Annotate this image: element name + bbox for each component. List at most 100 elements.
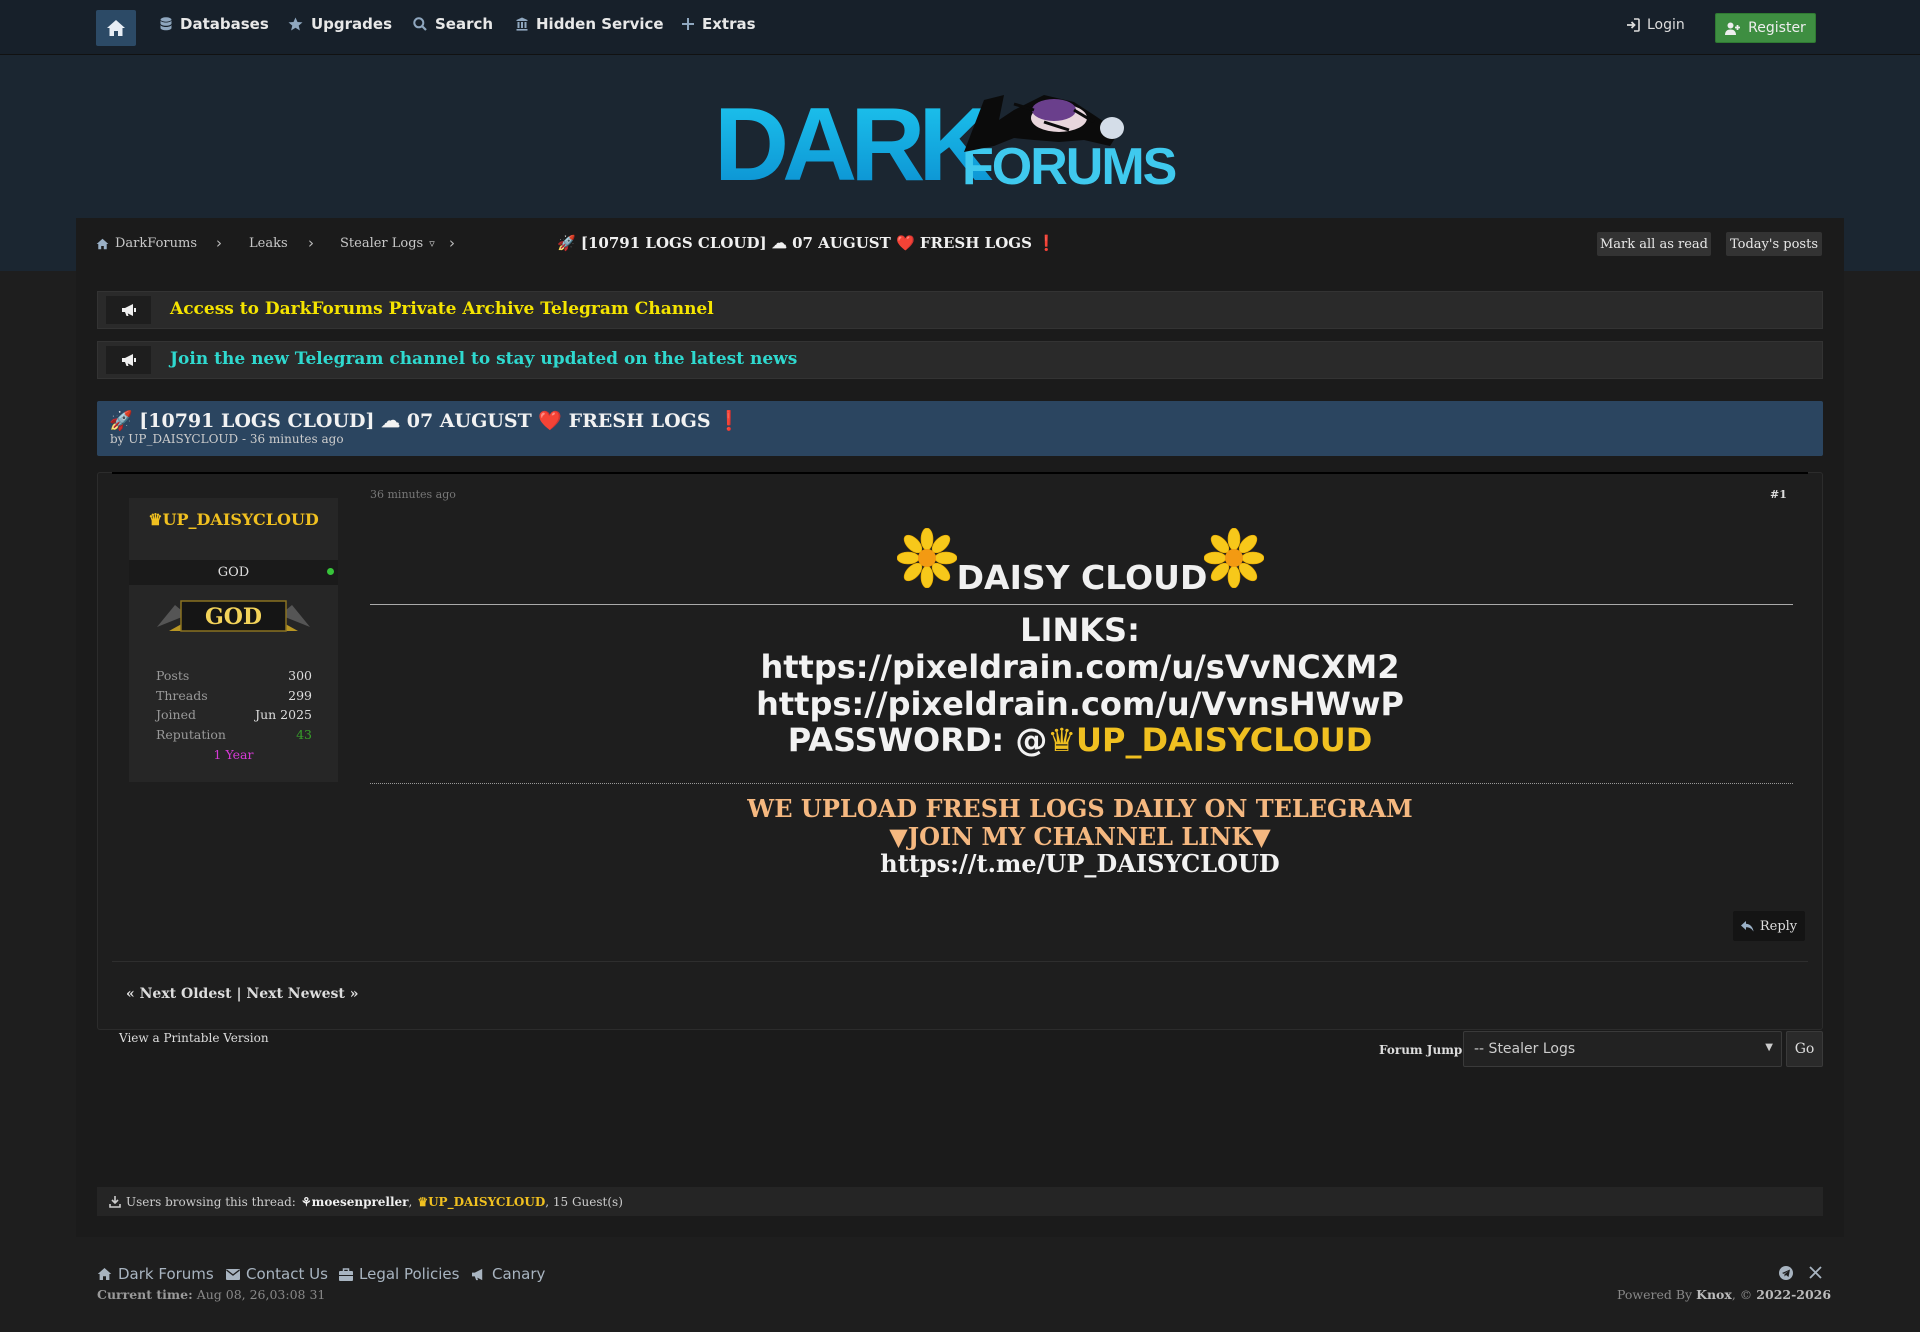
current-time-label: Current time: (97, 1287, 193, 1302)
login-link[interactable]: Login (1626, 17, 1685, 33)
darkforums-logo[interactable]: DARK FORUMS (714, 80, 1204, 195)
thread-header: 🚀 [10791 LOGS CLOUD] ☁ 07 AUGUST ❤️ FRES… (97, 401, 1823, 456)
powered-by: Powered By Knox, © 2022-2026 (1617, 1287, 1831, 1302)
footer-link-dark-forums[interactable]: Dark Forums (97, 1265, 214, 1283)
divider (370, 604, 1793, 605)
dropdown-icon[interactable]: ▿ (429, 237, 435, 250)
divider (112, 961, 1808, 962)
footer-link-canary[interactable]: Canary (471, 1265, 545, 1283)
forum-jump-go-button[interactable]: Go (1786, 1031, 1823, 1067)
powered-prefix: Powered By (1617, 1287, 1693, 1302)
nav-extras[interactable]: Extras (682, 15, 756, 33)
password-value: ♛UP_DAISYCLOUD (1047, 721, 1373, 759)
breadcrumb-stealer-logs[interactable]: Stealer Logs ▿ (340, 236, 435, 251)
building-icon (516, 17, 528, 31)
reply-button[interactable]: Reply (1733, 911, 1805, 941)
browsing-guests: , 15 Guest(s) (545, 1194, 623, 1209)
copyright-years: 2022-2026 (1756, 1287, 1832, 1302)
users-browsing-bar: Users browsing this thread: ⚘moesenprell… (97, 1187, 1823, 1216)
download-link[interactable]: https://pixeldrain.com/u/VvnsHWwP (0, 685, 1920, 723)
register-label: Register (1748, 20, 1806, 36)
x-twitter-icon[interactable] (1809, 1266, 1822, 1279)
nav-upgrades-label: Upgrades (311, 15, 393, 33)
database-icon (160, 17, 172, 31)
bullhorn-icon (106, 346, 151, 374)
search-icon (413, 17, 427, 31)
breadcrumb-home[interactable]: DarkForums (96, 236, 197, 251)
daisy-icon (1204, 528, 1264, 588)
nav-extras-label: Extras (702, 15, 756, 33)
nav-hidden-service[interactable]: Hidden Service (516, 15, 664, 33)
footer-link-legal-policies[interactable]: Legal Policies (339, 1265, 459, 1283)
sign-in-icon (1627, 18, 1640, 32)
post-date: 36 minutes ago (370, 488, 456, 501)
browsing-user[interactable]: ⚘moesenpreller (301, 1195, 409, 1209)
home-button[interactable] (96, 10, 136, 46)
todays-posts-button[interactable]: Today's posts (1726, 232, 1822, 256)
footer-link-label: Dark Forums (118, 1265, 214, 1283)
daisy-icon (897, 528, 957, 588)
footer-link-contact-us[interactable]: Contact Us (226, 1265, 328, 1283)
upload-notice: WE UPLOAD FRESH LOGS DAILY ON TELEGRAM (747, 794, 1413, 823)
current-time-value: Aug 08, 26,03:08 31 (196, 1287, 326, 1302)
thread-byline: by UP_DAISYCLOUD - 36 minutes ago (110, 432, 344, 446)
breadcrumb-darkforums: DarkForums (115, 236, 197, 251)
thread-title: 🚀 [10791 LOGS CLOUD] ☁ 07 AUGUST ❤️ FRES… (109, 410, 741, 432)
online-status-icon (327, 568, 334, 575)
mark-all-read-button[interactable]: Mark all as read (1597, 232, 1711, 256)
password-label: PASSWORD: @ (787, 721, 1048, 759)
nav-databases[interactable]: Databases (160, 15, 269, 33)
nav-databases-label: Databases (180, 15, 269, 33)
breadcrumb-separator-icon: › (216, 234, 222, 252)
users-icon (109, 1195, 121, 1208)
svg-text:FORUMS: FORUMS (962, 138, 1176, 195)
announcement-bar[interactable]: Join the new Telegram channel to stay up… (97, 341, 1823, 379)
forum-jump-select[interactable]: -- Stealer Logs ▼ (1463, 1031, 1782, 1067)
thread-navigation[interactable]: « Next Oldest | Next Newest » (126, 986, 358, 1002)
nav-search[interactable]: Search (413, 15, 493, 33)
powered-name[interactable]: Knox (1696, 1287, 1732, 1302)
login-label: Login (1647, 17, 1685, 33)
user-plus-icon (1725, 22, 1741, 35)
breadcrumb: DarkForums › Leaks › Stealer Logs ▿ › 🚀 … (76, 218, 1844, 270)
bullhorn-icon (472, 1268, 483, 1280)
footer-link-label: Canary (492, 1265, 546, 1283)
register-button[interactable]: Register (1715, 13, 1816, 43)
post-number[interactable]: #1 (1770, 488, 1787, 501)
author-rank: GOD (129, 560, 338, 585)
post-heading: DAISY CLOUD (956, 558, 1208, 597)
bullhorn-icon (106, 296, 151, 324)
announcement-bar[interactable]: Access to DarkForums Private Archive Tel… (97, 291, 1823, 329)
breadcrumb-separator-icon: › (308, 234, 314, 252)
footer-link-label: Legal Policies (359, 1265, 460, 1283)
plus-icon (682, 18, 694, 30)
divider (370, 783, 1793, 784)
browsing-user[interactable]: ♛UP_DAISYCLOUD (417, 1195, 545, 1209)
nav-upgrades[interactable]: Upgrades (288, 15, 392, 33)
current-time: Current time: Aug 08, 26,03:08 31 (97, 1287, 325, 1302)
home-icon (97, 1268, 112, 1280)
browsing-separator: , (408, 1194, 413, 1209)
briefcase-icon (339, 1267, 353, 1281)
forum-jump-label: Forum Jump: (1379, 1043, 1467, 1057)
printable-version-link[interactable]: View a Printable Version (119, 1031, 269, 1045)
telegram-link[interactable]: https://t.me/UP_DAISYCLOUD (0, 849, 1920, 878)
breadcrumb-leaks[interactable]: Leaks (249, 236, 288, 251)
author-name[interactable]: ♛UP_DAISYCLOUD (129, 510, 338, 529)
reply-icon (1740, 920, 1754, 931)
svg-text:DARK: DARK (714, 87, 993, 195)
telegram-icon[interactable] (1779, 1266, 1793, 1280)
announcement-text[interactable]: Join the new Telegram channel to stay up… (170, 349, 797, 369)
announcement-text[interactable]: Access to DarkForums Private Archive Tel… (170, 299, 714, 319)
home-icon (96, 238, 109, 249)
reply-label: Reply (1759, 918, 1798, 934)
password-line: PASSWORD: @♛UP_DAISYCLOUD (0, 721, 1920, 759)
browsing-prefix: Users browsing this thread: (126, 1194, 296, 1209)
envelope-icon (226, 1268, 240, 1280)
nav-hidden-service-label: Hidden Service (536, 15, 664, 33)
powered-suffix: , © (1731, 1287, 1753, 1302)
download-link[interactable]: https://pixeldrain.com/u/sVvNCXM2 (0, 648, 1920, 686)
breadcrumb-separator-icon: › (449, 234, 455, 252)
top-navbar: Databases Upgrades Search Hidden Service… (0, 0, 1920, 55)
breadcrumb-stealer-logs-label: Stealer Logs (340, 236, 424, 251)
